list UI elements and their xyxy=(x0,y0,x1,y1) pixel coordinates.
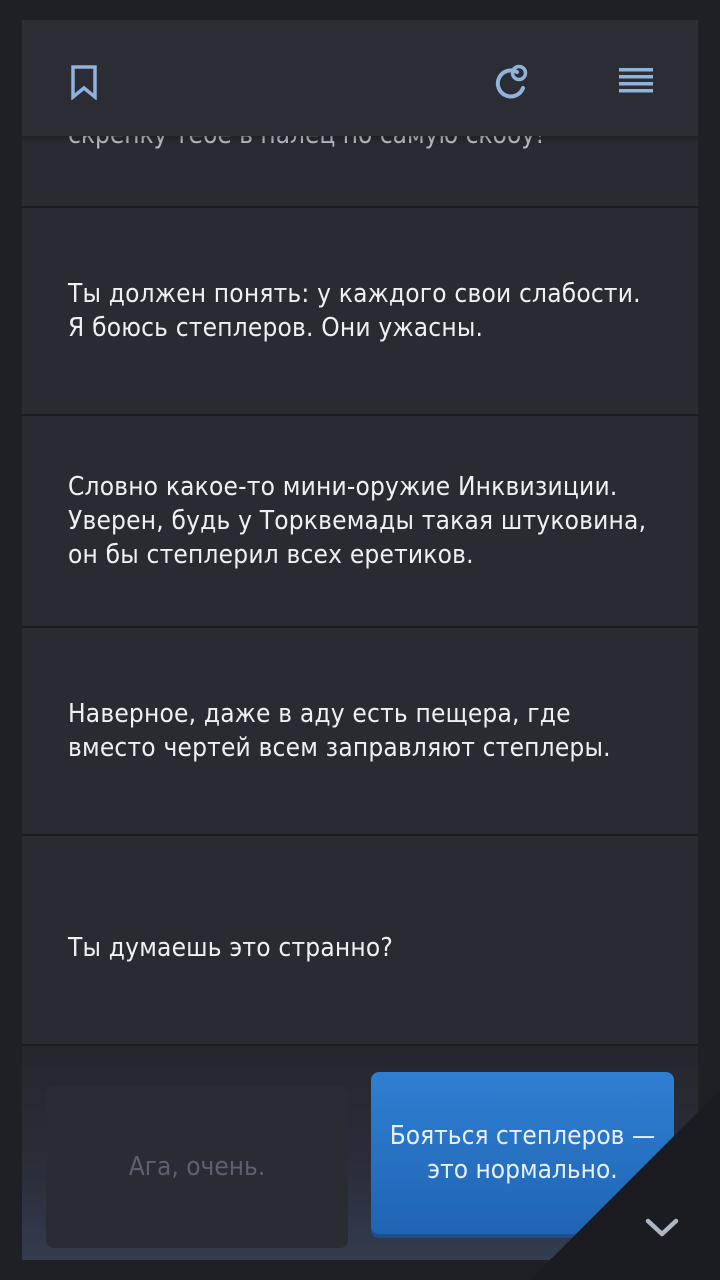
message-item: Ты думаешь это странно? xyxy=(22,834,698,1060)
message-item: Словно какое-то мини-оружие Инквизиции. … xyxy=(22,414,698,626)
restart-icon xyxy=(495,64,528,99)
bookmark-icon xyxy=(71,65,97,100)
story-screen: скрепку тебе в палец по самую скобу! Ты … xyxy=(22,20,698,1260)
message-item: Ты должен понять: у каждого свои слабост… xyxy=(22,206,698,414)
message-text: Словно какое-то мини-оружие Инквизиции. … xyxy=(68,472,647,570)
menu-button[interactable] xyxy=(616,60,656,104)
message-text: Ты должен понять: у каждого свои слабост… xyxy=(68,279,641,343)
restart-button[interactable] xyxy=(492,60,532,104)
message-text: Ты думаешь это странно? xyxy=(68,933,393,963)
message-item: Наверное, даже в аду есть пещера, где вм… xyxy=(22,626,698,834)
menu-icon xyxy=(619,68,653,93)
top-toolbar xyxy=(22,20,698,136)
choice-button[interactable]: Ага, очень. xyxy=(46,1086,348,1248)
message-text: Наверное, даже в аду есть пещера, где вм… xyxy=(68,699,611,763)
bookmark-button[interactable] xyxy=(64,60,104,104)
scroll-down-button[interactable] xyxy=(640,1208,684,1248)
message-cut-text: скрепку тебе в палец по самую скобу! xyxy=(22,136,698,156)
chevron-down-icon xyxy=(645,1218,679,1237)
corner-overlay xyxy=(530,1090,720,1280)
